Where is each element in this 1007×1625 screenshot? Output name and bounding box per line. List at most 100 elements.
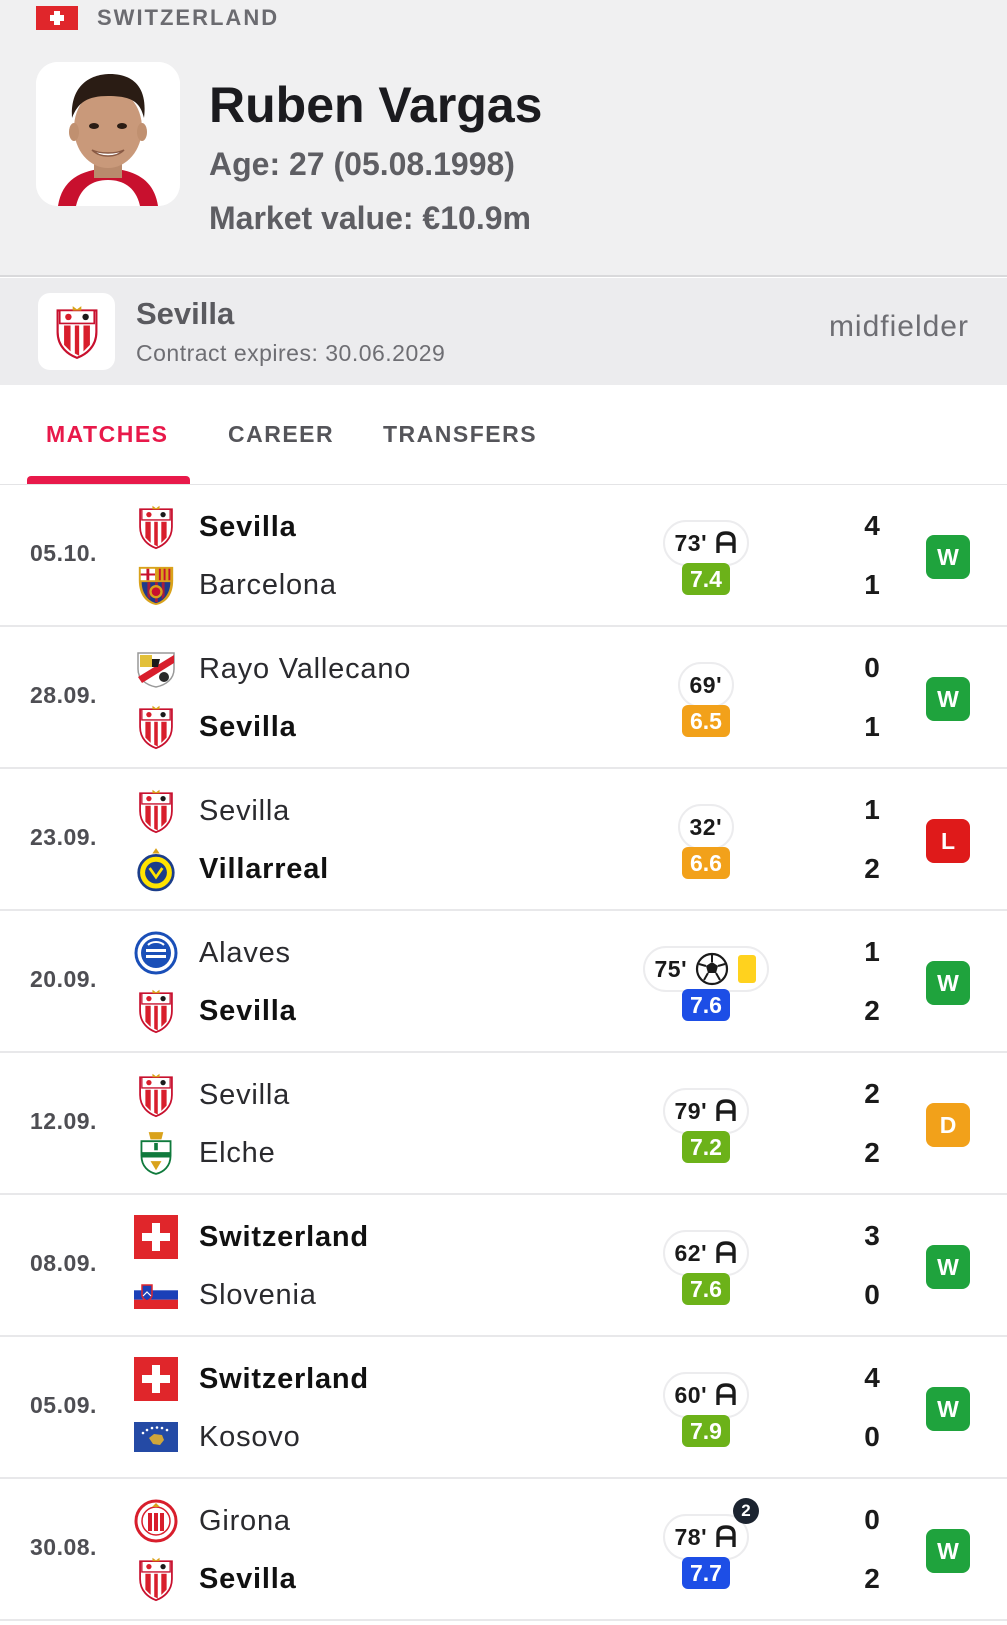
away-team: Barcelona bbox=[134, 563, 337, 607]
home-score: 4 bbox=[864, 1362, 880, 1393]
villarreal-crest-icon: V bbox=[134, 847, 178, 892]
nation-row[interactable]: SWITZERLAND bbox=[36, 4, 279, 32]
home-team: Sevilla bbox=[134, 505, 297, 550]
match-row[interactable]: 12.09. Sevilla Elche 79' 7.2 2 2 D bbox=[0, 1053, 1007, 1195]
sevilla-crest-icon bbox=[134, 505, 178, 550]
player-position: midfielder bbox=[828, 310, 969, 343]
match-date: 23.09. bbox=[30, 824, 97, 850]
home-score: 0 bbox=[864, 1504, 880, 1535]
home-score: 0 bbox=[864, 652, 880, 683]
away-team: V Villarreal bbox=[134, 847, 329, 892]
switzerland-flag-icon bbox=[134, 1357, 178, 1401]
minutes-played-pill: 32' bbox=[677, 804, 735, 850]
assist-icon bbox=[715, 1525, 737, 1549]
result-badge: W bbox=[926, 1245, 970, 1289]
home-team: Alaves bbox=[134, 931, 291, 975]
tab-bar: MATCHES CAREER TRANSFERS bbox=[0, 385, 1007, 485]
club-bar[interactable]: Sevilla Contract expires: 30.06.2029 mid… bbox=[0, 278, 1007, 385]
minutes-played-pill: 62' bbox=[662, 1230, 750, 1276]
girona-crest-icon bbox=[134, 1499, 178, 1543]
player-rating-badge: 7.6 bbox=[682, 989, 730, 1021]
player-rating-badge: 7.9 bbox=[682, 1415, 730, 1447]
market-value: Market value: €10.9m bbox=[209, 200, 531, 236]
home-team-name: Sevilla bbox=[199, 1078, 291, 1111]
tab-transfers[interactable]: TRANSFERS bbox=[383, 421, 537, 448]
away-score: 2 bbox=[864, 1563, 880, 1594]
result-badge: L bbox=[926, 819, 970, 863]
away-team-name: Elche bbox=[199, 1136, 276, 1169]
away-team-name: Barcelona bbox=[199, 568, 337, 601]
away-team-name: Sevilla bbox=[199, 994, 297, 1027]
minutes-played-pill: 69' bbox=[677, 662, 735, 708]
kosovo-flag-icon bbox=[134, 1415, 178, 1459]
home-team-name: Girona bbox=[199, 1504, 291, 1537]
player-rating-badge: 7.6 bbox=[682, 1273, 730, 1305]
player-rating-badge: 6.6 bbox=[682, 847, 730, 879]
away-team: Slovenia bbox=[134, 1273, 317, 1317]
minutes-played-pill: 79' bbox=[662, 1088, 750, 1134]
home-score: 3 bbox=[864, 1220, 880, 1251]
sevilla-crest-icon bbox=[134, 789, 178, 834]
player-name: Ruben Vargas bbox=[209, 77, 543, 133]
player-rating-badge: 6.5 bbox=[682, 705, 730, 737]
home-score: 2 bbox=[864, 1078, 880, 1109]
sevilla-crest-icon bbox=[134, 1073, 178, 1118]
barcelona-crest-icon bbox=[134, 563, 178, 607]
home-score: 1 bbox=[864, 936, 880, 967]
match-row[interactable]: 30.08. Girona Sevilla 78' 7.7 2 0 2 W bbox=[0, 1479, 1007, 1621]
result-badge: W bbox=[926, 677, 970, 721]
home-team: Sevilla bbox=[134, 789, 290, 834]
away-score: 0 bbox=[864, 1421, 880, 1452]
away-score: 2 bbox=[864, 853, 880, 884]
assist-icon bbox=[715, 1241, 737, 1265]
minutes-played: 62' bbox=[674, 1239, 708, 1266]
nation-name: SWITZERLAND bbox=[97, 5, 280, 30]
away-team: Sevilla bbox=[134, 1557, 297, 1602]
away-team: Elche bbox=[134, 1131, 276, 1175]
minutes-played-pill: 60' bbox=[662, 1372, 750, 1418]
player-rating-badge: 7.4 bbox=[682, 563, 730, 595]
minutes-played: 75' bbox=[654, 955, 688, 982]
away-team-name: Sevilla bbox=[199, 1562, 297, 1595]
tab-matches[interactable]: MATCHES bbox=[46, 421, 169, 448]
alaves-crest-icon bbox=[134, 931, 178, 975]
match-row[interactable]: 08.09. Switzerland Slovenia 62' 7.6 3 0 W bbox=[0, 1195, 1007, 1337]
player-header: SWITZERLAND Ruben Vargas Age: 27 (05.08.… bbox=[0, 0, 1007, 277]
home-score: 4 bbox=[864, 510, 880, 541]
match-row[interactable]: 05.10. Sevilla Barcelona 73' 7.4 4 1 W bbox=[0, 485, 1007, 627]
away-team: Sevilla bbox=[134, 989, 297, 1034]
away-score: 0 bbox=[864, 1279, 880, 1310]
away-score: 2 bbox=[864, 995, 880, 1026]
tab-career[interactable]: CAREER bbox=[228, 421, 334, 448]
sevilla-crest-icon bbox=[134, 989, 178, 1034]
result-badge: W bbox=[926, 961, 970, 1005]
match-row[interactable]: 20.09. Alaves Sevilla 75' 7.6 1 2 W bbox=[0, 911, 1007, 1053]
home-team-name: Sevilla bbox=[199, 510, 297, 543]
sevilla-crest-icon bbox=[134, 705, 178, 750]
match-date: 05.09. bbox=[30, 1392, 97, 1418]
away-team-name: Kosovo bbox=[199, 1420, 301, 1453]
match-row[interactable]: 28.09. Rayo Vallecano Sevilla 69' 6.5 0 1 W bbox=[0, 627, 1007, 769]
away-score: 1 bbox=[864, 569, 880, 600]
assist-icon bbox=[715, 531, 737, 555]
minutes-played-pill: 73' bbox=[662, 520, 750, 566]
sevilla-crest-icon bbox=[56, 305, 97, 359]
match-row[interactable]: 05.09. Switzerland Kosovo 60' 7.9 4 0 W bbox=[0, 1337, 1007, 1479]
match-list: 05.10. Sevilla Barcelona 73' 7.4 4 1 W 28.09. Ray… bbox=[0, 485, 1007, 1621]
minutes-played: 60' bbox=[674, 1381, 708, 1408]
result-badge: D bbox=[926, 1103, 970, 1147]
slovenia-flag-icon bbox=[134, 1273, 178, 1317]
match-date: 08.09. bbox=[30, 1250, 97, 1276]
home-team-name: Rayo Vallecano bbox=[199, 652, 412, 685]
assist-count-badge: 2 bbox=[733, 1498, 759, 1524]
away-team: Sevilla bbox=[134, 705, 297, 750]
match-date: 12.09. bbox=[30, 1108, 97, 1134]
away-team-name: Sevilla bbox=[199, 710, 297, 743]
player-photo bbox=[36, 62, 180, 206]
match-row[interactable]: 23.09. Sevilla V Villarreal 32' 6.6 1 2 L bbox=[0, 769, 1007, 911]
home-team-name: Switzerland bbox=[199, 1220, 369, 1253]
result-badge: W bbox=[926, 1529, 970, 1573]
home-score: 1 bbox=[864, 794, 880, 825]
match-date: 30.08. bbox=[30, 1534, 97, 1560]
player-rating-badge: 7.7 bbox=[682, 1557, 730, 1589]
